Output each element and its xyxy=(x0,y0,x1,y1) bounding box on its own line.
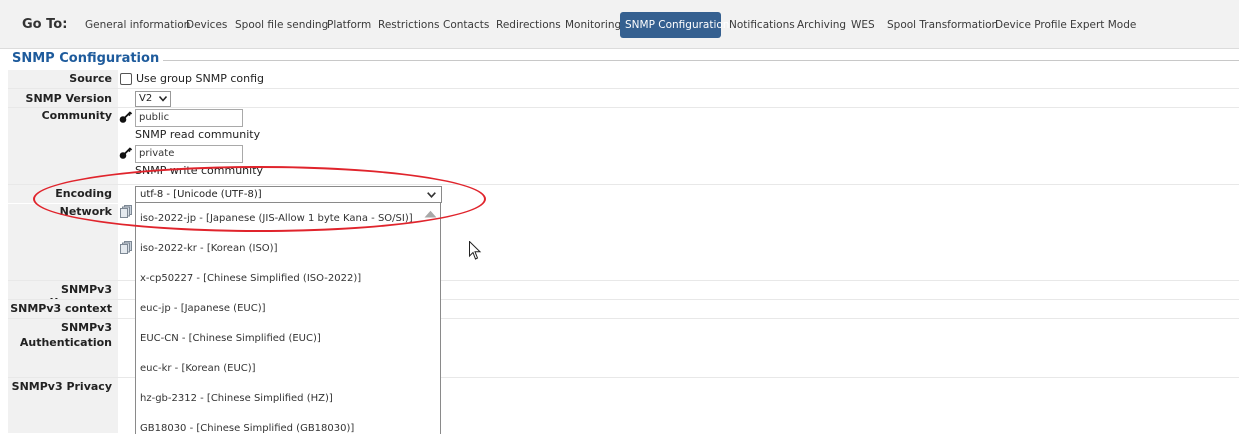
encoding-label: Encoding xyxy=(55,187,112,200)
snmp-read-community-value: public xyxy=(139,112,170,123)
label-cell-snmpv3-privacy: SNMPv3 Privacy xyxy=(8,378,118,434)
key-icon xyxy=(119,147,133,159)
use-group-snmp-checkbox[interactable] xyxy=(120,73,132,85)
snmpv3-authentication-label-line2: Authentication xyxy=(19,336,112,349)
encoding-option[interactable]: iso-2022-kr - [Korean (ISO)] xyxy=(140,243,277,254)
goto-label: Go To: xyxy=(22,17,68,32)
label-cell-source: Source xyxy=(8,70,118,89)
snmp-version-select[interactable]: V2 xyxy=(135,91,171,107)
mouse-pointer-icon xyxy=(469,241,482,260)
label-cell-snmpv3-context: SNMPv3 context xyxy=(8,300,118,319)
tab-platform[interactable]: Platform xyxy=(322,12,376,38)
label-cell-snmp-version: SNMP Version xyxy=(8,89,118,108)
encoding-options-list[interactable]: iso-2022-jp - [Japanese (JIS-Allow 1 byt… xyxy=(135,202,441,434)
tab-spool-file-sending[interactable]: Spool file sending xyxy=(230,12,333,38)
label-cell-community: Community xyxy=(8,108,118,185)
snmp-version-value: V2 xyxy=(139,93,153,104)
label-cell-snmpv3-username: SNMPv3 Username xyxy=(8,281,118,309)
encoding-option[interactable]: hz-gb-2312 - [Chinese Simplified (HZ)] xyxy=(140,393,333,404)
encoding-option[interactable]: euc-kr - [Korean (EUC)] xyxy=(140,363,256,374)
tab-restrictions[interactable]: Restrictions xyxy=(373,12,444,38)
chevron-down-icon xyxy=(159,96,167,102)
row-separator xyxy=(8,184,1239,185)
snmpv3-privacy-label: SNMPv3 Privacy xyxy=(11,380,112,393)
tab-redirections[interactable]: Redirections xyxy=(491,12,566,38)
tab-spool-transformation[interactable]: Spool Transformation xyxy=(882,12,1003,38)
snmp-write-community-value: private xyxy=(139,148,175,159)
encoding-option[interactable]: EUC-CN - [Chinese Simplified (EUC)] xyxy=(140,333,321,344)
source-label: Source xyxy=(69,72,112,85)
encoding-option[interactable]: iso-2022-jp - [Japanese (JIS-Allow 1 byt… xyxy=(140,213,413,224)
snmp-write-community-caption: SNMP write community xyxy=(135,164,264,177)
scroll-up-arrow-icon[interactable] xyxy=(424,210,437,218)
encoding-selected-value: utf-8 - [Unicode (UTF-8)] xyxy=(140,189,262,200)
snmp-read-community-input[interactable]: public xyxy=(135,109,243,127)
tab-general-information[interactable]: General information xyxy=(80,12,195,38)
encoding-option[interactable]: GB18030 - [Chinese Simplified (GB18030)] xyxy=(140,423,354,434)
stacked-servers-icon[interactable] xyxy=(120,241,132,254)
key-icon xyxy=(119,111,133,123)
tab-devices[interactable]: Devices xyxy=(181,12,232,38)
tab-archiving[interactable]: Archiving xyxy=(792,12,851,38)
encoding-option[interactable]: x-cp50227 - [Chinese Simplified (ISO-202… xyxy=(140,273,361,284)
top-navigation-bar: Go To: General information Devices Spool… xyxy=(0,0,1239,49)
snmp-version-label: SNMP Version xyxy=(25,92,112,105)
row-separator xyxy=(8,88,1239,89)
tab-wes[interactable]: WES xyxy=(846,12,880,38)
chevron-down-icon xyxy=(427,192,436,198)
encoding-option[interactable]: euc-jp - [Japanese (EUC)] xyxy=(140,303,266,314)
stacked-servers-icon[interactable] xyxy=(120,205,132,218)
snmp-read-community-caption: SNMP read community xyxy=(135,128,261,141)
tab-contacts[interactable]: Contacts xyxy=(438,12,494,38)
tab-monitoring[interactable]: Monitoring xyxy=(560,12,626,38)
snmpv3-context-label: SNMPv3 context xyxy=(10,302,112,315)
row-separator xyxy=(8,107,1239,108)
community-label: Community xyxy=(41,109,112,122)
label-cell-network: Network xyxy=(8,204,118,281)
network-label: Network xyxy=(59,205,112,218)
snmpv3-authentication-label-line1: SNMPv3 xyxy=(61,321,112,334)
tab-expert-mode[interactable]: Expert Mode xyxy=(1065,12,1141,38)
tab-snmp-configuration[interactable]: SNMP Configuration xyxy=(620,12,729,38)
use-group-snmp-label: Use group SNMP config xyxy=(136,72,264,85)
label-cell-encoding: Encoding xyxy=(8,185,118,204)
tab-notifications[interactable]: Notifications xyxy=(724,12,800,38)
encoding-select[interactable]: utf-8 - [Unicode (UTF-8)] xyxy=(135,186,442,203)
section-divider xyxy=(150,60,1239,61)
snmp-write-community-input[interactable]: private xyxy=(135,145,243,163)
tab-device-profile[interactable]: Device Profile xyxy=(990,12,1072,38)
label-cell-snmpv3-authentication: SNMPv3 Authentication xyxy=(8,319,118,378)
section-title: SNMP Configuration xyxy=(12,51,164,66)
